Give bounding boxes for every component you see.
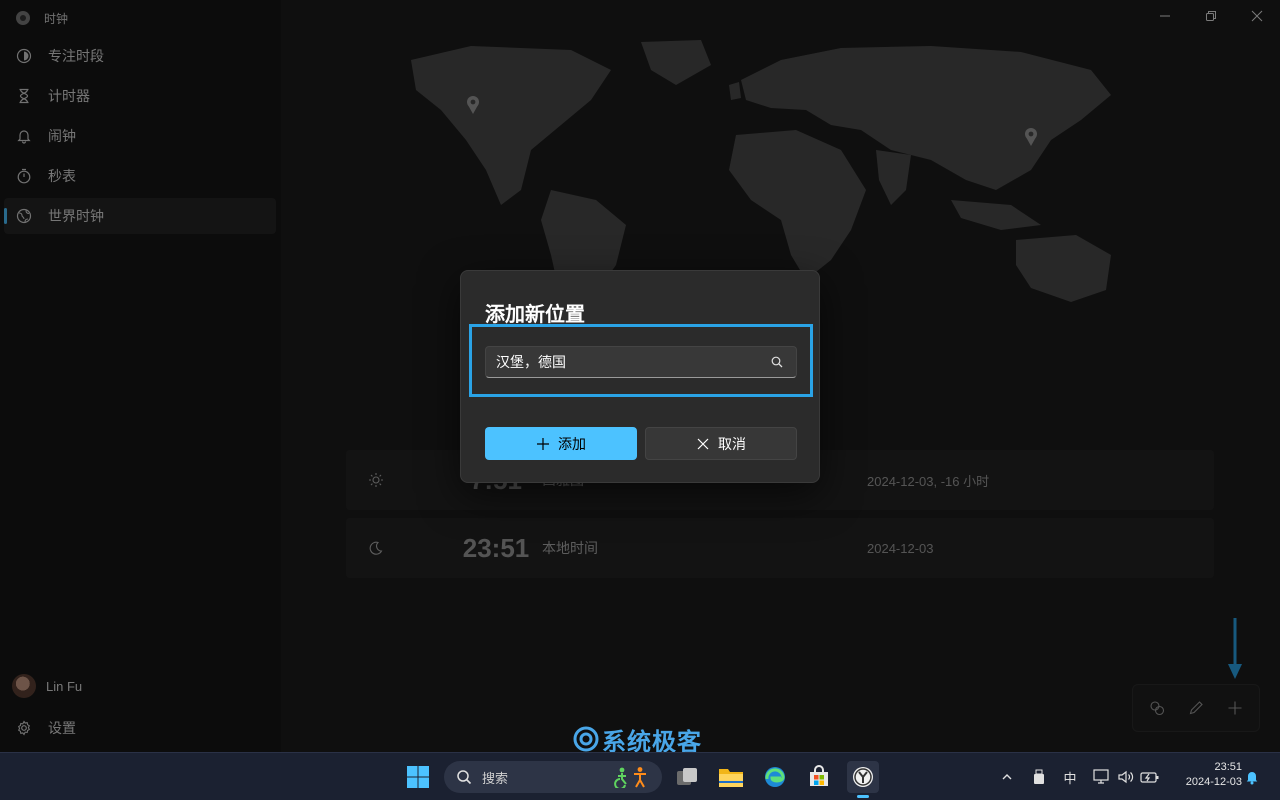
close-icon: [697, 438, 709, 449]
battery-button[interactable]: [1140, 761, 1160, 793]
taskbar-clock[interactable]: 23:51 2024-12-03: [1170, 760, 1242, 790]
clock-date: 2024-12-03: [1185, 776, 1242, 788]
windows-logo-icon: [407, 766, 429, 788]
add-button-label: 添加: [558, 435, 586, 452]
search-icon: [457, 770, 472, 785]
location-search-field[interactable]: [485, 346, 797, 378]
store-button[interactable]: [803, 761, 835, 793]
edge-browser-button[interactable]: [759, 761, 791, 793]
tray-overflow-button[interactable]: [996, 761, 1018, 793]
chevron-up-icon: [1002, 774, 1012, 780]
cancel-button[interactable]: 取消: [645, 427, 797, 460]
store-icon: [810, 765, 828, 786]
battery-icon: [1140, 772, 1159, 783]
watermark: 系统极客: [572, 724, 702, 756]
network-icon: [1093, 769, 1109, 784]
location-search-input[interactable]: [496, 354, 756, 370]
start-button[interactable]: [402, 761, 434, 793]
watermark-logo-icon: [573, 726, 599, 752]
volume-button[interactable]: [1116, 761, 1136, 793]
taskbar-search-label: 搜索: [482, 770, 509, 786]
add-button[interactable]: 添加: [485, 427, 637, 460]
ime-indicator[interactable]: 中: [1058, 761, 1082, 793]
edge-icon: [765, 767, 785, 787]
file-explorer-button[interactable]: [715, 761, 747, 793]
accessibility-icon: [614, 767, 646, 788]
search-icon[interactable]: [770, 355, 784, 369]
tray-app-button[interactable]: [1028, 761, 1050, 793]
task-view-icon: [677, 768, 697, 785]
task-view-button[interactable]: [671, 761, 703, 793]
plus-icon: [537, 437, 549, 450]
cancel-button-label: 取消: [718, 435, 746, 452]
speaker-icon: [1118, 770, 1134, 784]
clock-app-taskbar-button[interactable]: [847, 761, 879, 798]
clock-time: 23:51: [1214, 761, 1242, 773]
taskbar-search[interactable]: 搜索: [444, 761, 662, 793]
bell-icon: [1246, 772, 1258, 785]
network-button[interactable]: [1092, 761, 1112, 793]
taskbar: 搜索 中: [0, 752, 1280, 800]
usb-device-icon: [1034, 769, 1044, 784]
add-location-dialog: 添加新位置 添加 取消: [460, 270, 820, 483]
clock-icon: [853, 767, 873, 787]
ime-label: 中: [1063, 770, 1077, 786]
dialog-title: 添加新位置: [485, 304, 585, 326]
notifications-button[interactable]: [1242, 761, 1262, 793]
folder-icon: [719, 769, 743, 787]
